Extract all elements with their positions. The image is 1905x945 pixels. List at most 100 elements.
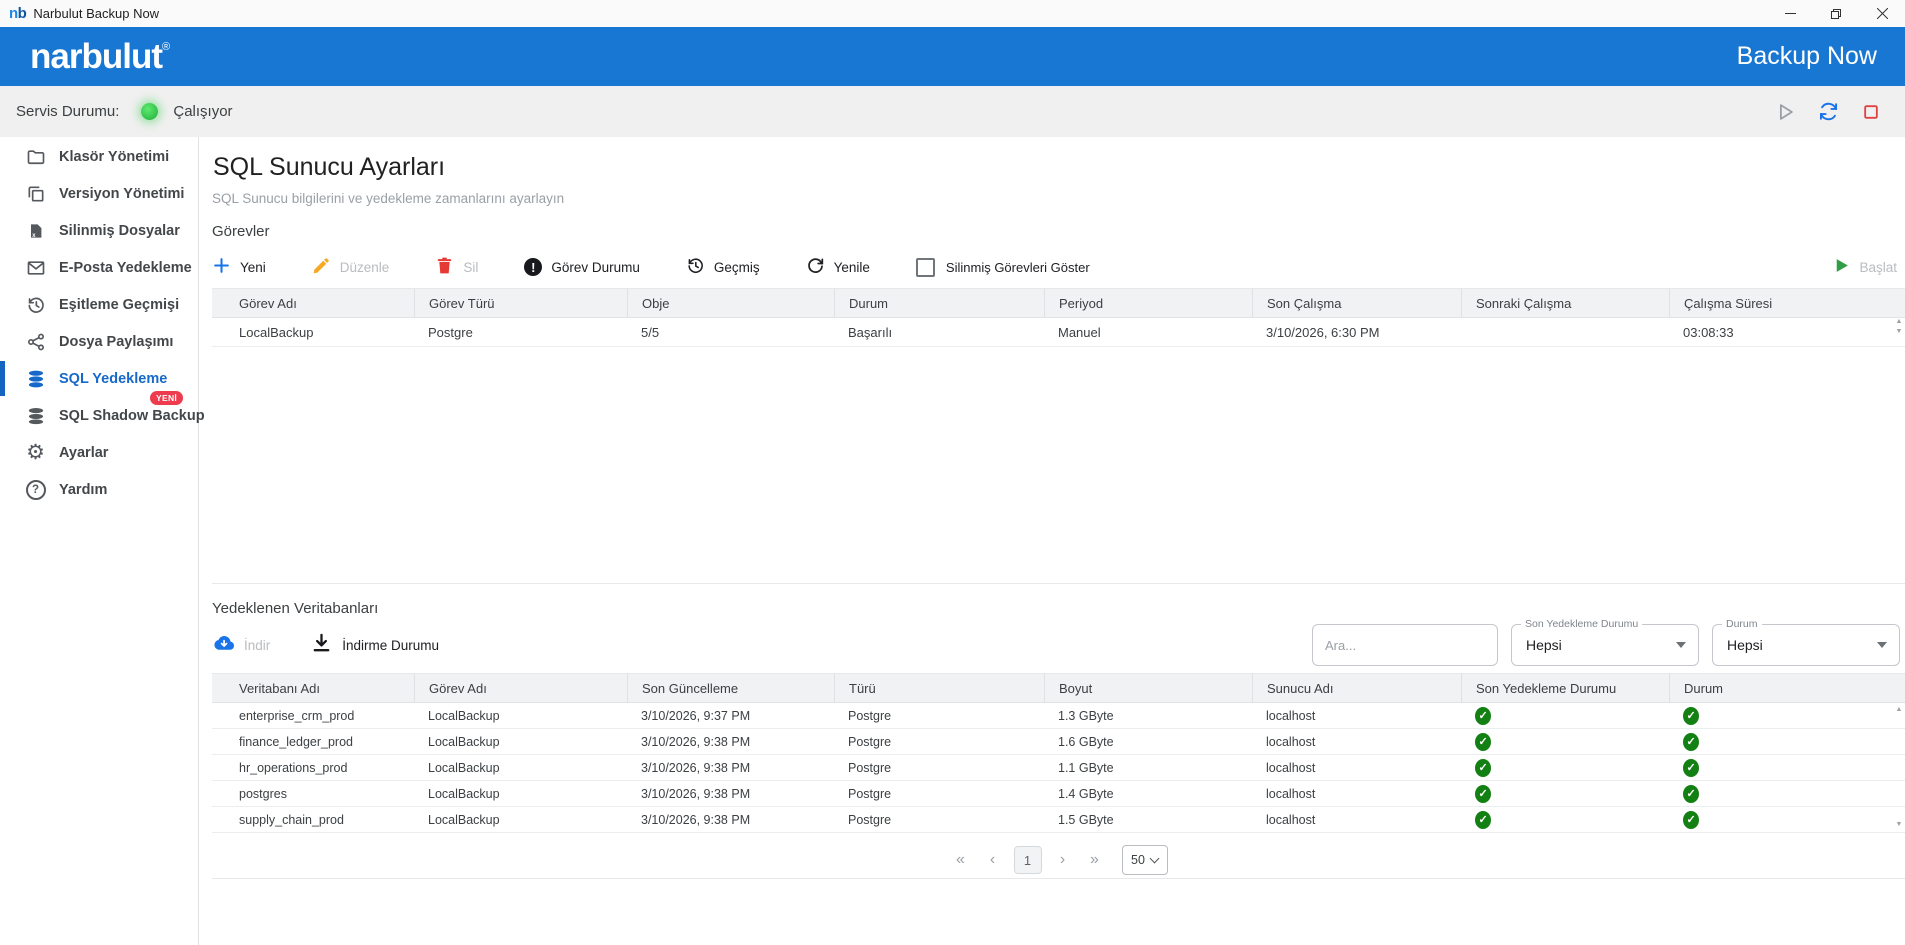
new-task-button[interactable]: Yeni — [212, 256, 266, 278]
databases-toolbar: İndir İndirme Durumu Son Yedekleme Durum… — [212, 618, 1905, 667]
chevron-down-icon — [1877, 642, 1887, 648]
column-header[interactable]: Son Çalışma — [1252, 289, 1461, 317]
trash-icon — [435, 256, 454, 278]
sidebar-item-sql-shadow-backup[interactable]: SQL Shadow Backup YENİ — [0, 391, 205, 434]
column-header[interactable]: Boyut — [1044, 674, 1252, 702]
success-check-icon — [1475, 732, 1491, 751]
sidebar-item-label: SQL Shadow Backup — [59, 407, 205, 424]
sidebar-item-icon: ? — [25, 479, 46, 500]
sidebar-item-label: Ayarlar — [59, 444, 109, 461]
last-backup-status-select[interactable]: Son Yedekleme Durumu Hepsi — [1511, 618, 1699, 666]
column-header[interactable]: Periyod — [1044, 289, 1252, 317]
download-status-icon — [310, 632, 333, 658]
page-subtitle: SQL Sunucu bilgilerini ve yedekleme zama… — [212, 191, 565, 206]
sidebar-item-e-posta-yedekleme[interactable]: E-Posta Yedekleme — [0, 249, 198, 286]
column-header[interactable]: Çalışma Süresi — [1669, 289, 1905, 317]
download-status-button[interactable]: İndirme Durumu — [310, 632, 439, 658]
minimize-button[interactable] — [1767, 0, 1813, 27]
edit-task-button[interactable]: Düzenle — [312, 256, 389, 278]
sidebar-item-versiyon-y-netimi[interactable]: Versiyon Yönetimi — [0, 175, 198, 212]
scroll-down-icon[interactable]: ▼ — [1896, 327, 1903, 337]
databases-table-header: Veritabanı Adı Görev Adı Son Güncelleme … — [212, 673, 1905, 703]
column-header[interactable]: Veritabanı Adı — [212, 674, 414, 702]
scroll-down-icon[interactable]: ▼ — [1896, 820, 1903, 830]
success-check-icon — [1475, 758, 1491, 777]
column-header[interactable]: Sunucu Adı — [1252, 674, 1461, 702]
delete-task-button[interactable]: Sil — [435, 256, 478, 278]
status-select[interactable]: Durum Hepsi — [1712, 618, 1900, 666]
scroll-up-icon[interactable]: ▲ — [1896, 317, 1903, 327]
sidebar-item-icon — [25, 257, 46, 278]
window-titlebar: nb Narbulut Backup Now — [0, 0, 1905, 27]
sidebar-item-icon: x — [25, 220, 46, 241]
success-check-icon — [1475, 706, 1491, 725]
sidebar-item-icon — [25, 294, 46, 315]
last-page-button[interactable]: » — [1084, 851, 1106, 869]
refresh-button[interactable]: Yenile — [806, 256, 870, 278]
page-size-select[interactable]: 50 — [1121, 845, 1168, 875]
tasks-table-body: LocalBackup Postgre 5/5 Başarılı Manuel … — [212, 318, 1905, 347]
success-check-icon — [1475, 784, 1491, 803]
download-button[interactable]: İndir — [212, 632, 270, 658]
previous-page-button[interactable]: ‹ — [982, 851, 1004, 869]
databases-heading: Yedeklenen Veritabanları — [212, 600, 379, 617]
sidebar: Klasör Yönetimi Versiyon Yönetimi x Sili… — [0, 137, 205, 945]
service-status-value: Çalışıyor — [173, 103, 233, 120]
column-header[interactable]: Görev Adı — [414, 674, 627, 702]
success-check-icon — [1475, 810, 1491, 829]
column-header[interactable]: Durum — [1669, 674, 1905, 702]
column-header[interactable]: Son Yedekleme Durumu — [1461, 674, 1669, 702]
sidebar-item-icon — [25, 405, 46, 426]
tasks-table: Görev Adı Görev Türü Obje Durum Periyod … — [212, 288, 1905, 584]
sidebar-item-label: Versiyon Yönetimi — [59, 185, 185, 202]
close-button[interactable] — [1859, 0, 1905, 27]
first-page-button[interactable]: « — [950, 851, 972, 869]
maximize-button[interactable] — [1813, 0, 1859, 27]
service-status-label: Servis Durumu: — [16, 103, 120, 120]
search-input[interactable] — [1312, 624, 1498, 666]
databases-scrollbar[interactable]: ▲ ▼ — [1893, 702, 1905, 833]
show-deleted-tasks-checkbox[interactable]: Silinmiş Görevleri Göster — [915, 257, 1090, 277]
checkbox-icon — [915, 257, 935, 277]
tasks-scrollbar[interactable]: ▲ ▼ — [1893, 317, 1905, 355]
success-check-icon — [1683, 784, 1699, 803]
sidebar-item-e-itleme-ge-mi-i[interactable]: Eşitleme Geçmişi — [0, 286, 198, 323]
database-row[interactable]: enterprise_crm_prod LocalBackup 3/10/202… — [212, 703, 1905, 729]
task-row[interactable]: LocalBackup Postgre 5/5 Başarılı Manuel … — [212, 318, 1905, 347]
sidebar-item-klas-r-y-netimi[interactable]: Klasör Yönetimi — [0, 138, 198, 175]
column-header[interactable]: Obje — [627, 289, 834, 317]
sidebar-item-label: Yardım — [59, 481, 108, 498]
scroll-up-icon[interactable]: ▲ — [1896, 705, 1903, 715]
database-row[interactable]: finance_ledger_prod LocalBackup 3/10/202… — [212, 729, 1905, 755]
svg-text:x: x — [32, 231, 36, 238]
history-button[interactable]: Geçmiş — [686, 256, 760, 278]
service-running-dot-icon — [141, 103, 159, 120]
column-header[interactable]: Durum — [834, 289, 1044, 317]
tasks-table-header: Görev Adı Görev Türü Obje Durum Periyod … — [212, 288, 1905, 318]
service-restart-button[interactable] — [1816, 100, 1840, 124]
sidebar-item-icon — [25, 331, 46, 352]
start-task-button[interactable]: Başlat — [1832, 256, 1897, 278]
task-status-button[interactable]: ! Görev Durumu — [524, 258, 640, 276]
sidebar-item-silinmi-dosyalar[interactable]: x Silinmiş Dosyalar — [0, 212, 198, 249]
success-check-icon — [1683, 758, 1699, 777]
column-header[interactable]: Sonraki Çalışma — [1461, 289, 1669, 317]
database-row[interactable]: postgres LocalBackup 3/10/2026, 9:38 PM … — [212, 781, 1905, 807]
column-header[interactable]: Türü — [834, 674, 1044, 702]
next-page-button[interactable]: › — [1052, 851, 1074, 869]
sidebar-item-icon — [25, 146, 46, 167]
column-header[interactable]: Görev Adı — [212, 289, 414, 317]
sidebar-item-ayarlar[interactable]: ⚙ Ayarlar — [0, 434, 198, 471]
sidebar-item-dosya-payla-m[interactable]: Dosya Paylaşımı — [0, 323, 198, 360]
sidebar-item-icon — [25, 368, 46, 389]
service-stop-button[interactable] — [1859, 100, 1883, 124]
column-header[interactable]: Son Güncelleme — [627, 674, 834, 702]
current-page-button[interactable]: 1 — [1013, 846, 1042, 874]
database-row[interactable]: hr_operations_prod LocalBackup 3/10/2026… — [212, 755, 1905, 781]
column-header[interactable]: Görev Türü — [414, 289, 627, 317]
chevron-down-icon — [1676, 642, 1686, 648]
database-row[interactable]: supply_chain_prod LocalBackup 3/10/2026,… — [212, 807, 1905, 833]
sidebar-item-yard-m[interactable]: ? Yardım — [0, 471, 198, 508]
service-start-button[interactable] — [1773, 100, 1797, 124]
pagination: « ‹ 1 › » 50 — [212, 845, 1905, 875]
